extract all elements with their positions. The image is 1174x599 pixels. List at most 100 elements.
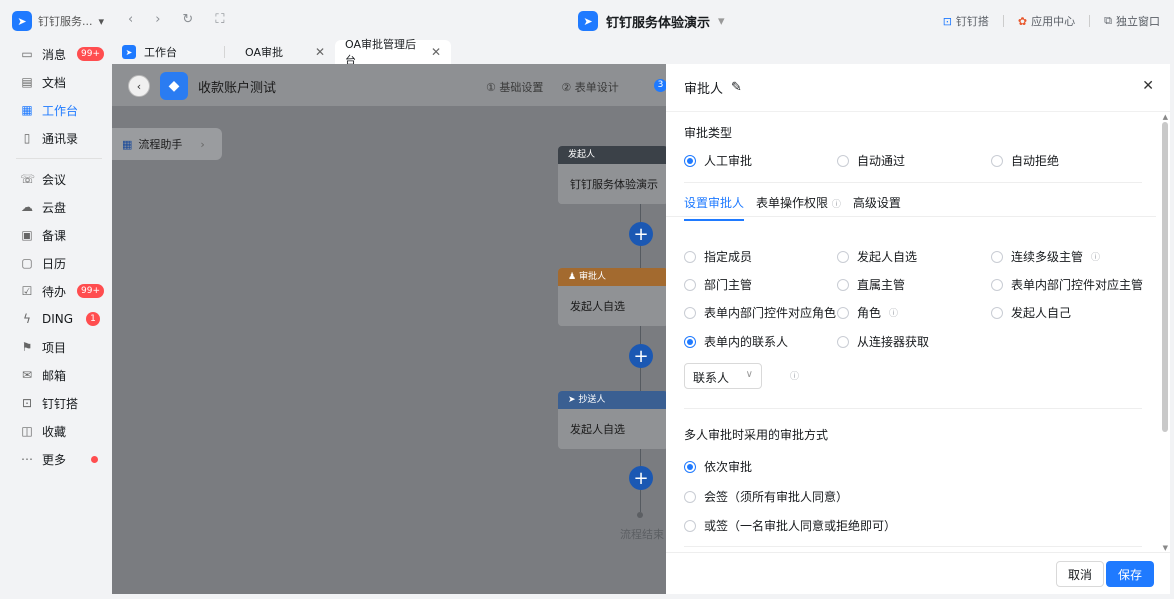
- sidebar-item-lessons[interactable]: ▣ 备课: [6, 221, 112, 249]
- sidebar-item-meeting[interactable]: ☏ 会议: [6, 165, 112, 193]
- radio-direct-supervisor[interactable]: 直属主管: [837, 276, 991, 293]
- tab-label: OA审批: [245, 46, 283, 59]
- grid-icon: ▦: [21, 103, 33, 117]
- tab-workbench[interactable]: ➤ 工作台: [112, 40, 224, 64]
- calendar-icon: ▢: [21, 256, 33, 270]
- refresh-icon[interactable]: ↻: [182, 12, 193, 27]
- node-header: ➤ 抄送人: [558, 391, 668, 409]
- flow-end-label: 流程结束: [620, 528, 664, 541]
- form-name: 收款账户测试: [198, 81, 277, 96]
- add-node-button[interactable]: +: [629, 222, 653, 246]
- sidebar-item-messages[interactable]: ▭ 消息 99+: [6, 40, 112, 68]
- radio-label: 角色: [857, 306, 882, 320]
- sidebar-item-workbench[interactable]: ▦ 工作台: [6, 96, 112, 124]
- add-node-button[interactable]: +: [629, 466, 653, 490]
- window-title[interactable]: ➤ 钉钉服务体验演示 ▾: [578, 11, 725, 31]
- tab-oa-approval[interactable]: OA审批 ✕: [225, 40, 335, 64]
- sidebar-item-mail[interactable]: ✉ 邮箱: [6, 361, 112, 389]
- radio-manual-approval[interactable]: 人工审批: [684, 152, 837, 169]
- radio-multi-level-supervisor[interactable]: 连续多级主管 ⓘ: [991, 248, 1100, 265]
- sidebar-item-todo[interactable]: ☑ 待办 99+: [6, 277, 112, 305]
- sidebar-item-contacts[interactable]: ▯ 通讯录: [6, 124, 112, 152]
- radio-circle: [837, 335, 849, 348]
- window-title-text: 钉钉服务体验演示: [606, 15, 711, 31]
- add-node-button[interactable]: +: [629, 344, 653, 368]
- dingda-link[interactable]: ⊡ 钉钉搭: [943, 13, 989, 29]
- divider: [684, 182, 1142, 183]
- send-icon: ➤: [568, 395, 579, 405]
- multi-approval-row: 或签（一名审批人同意或拒绝即可）: [684, 517, 896, 534]
- sidebar-item-label: 消息: [42, 47, 67, 62]
- radio-from-connector[interactable]: 从连接器获取: [837, 333, 929, 350]
- radio-circle: [837, 306, 849, 319]
- radio-auto-approve[interactable]: 自动通过: [837, 152, 991, 169]
- help-icon[interactable]: ⓘ: [790, 369, 799, 382]
- radio-circle: [684, 250, 696, 263]
- radio-role[interactable]: 角色 ⓘ: [837, 304, 991, 321]
- scroll-up-arrow[interactable]: ▲: [1163, 113, 1168, 121]
- forward-arrow-icon[interactable]: ›: [155, 12, 160, 27]
- save-button[interactable]: 保存: [1106, 561, 1154, 587]
- radio-form-contact[interactable]: 表单内的联系人: [684, 333, 837, 350]
- radio-circle: [684, 154, 696, 167]
- fullscreen-icon[interactable]: ⛶: [215, 12, 224, 27]
- radio-form-dept-role[interactable]: 表单内部门控件对应角色: [684, 304, 837, 321]
- radio-label: 部门主管: [704, 278, 753, 292]
- app-center-link[interactable]: ✿ 应用中心: [1018, 13, 1075, 29]
- window-icon: ⧉: [1104, 14, 1112, 27]
- mail-icon: ✉: [21, 368, 33, 382]
- close-icon[interactable]: ✕: [1142, 78, 1154, 94]
- sidebar-item-label: 通讯录: [42, 131, 79, 146]
- radio-or-sign[interactable]: 或签（一名审批人同意或拒绝即可）: [684, 517, 896, 534]
- flow-node-cc[interactable]: ➤ 抄送人 发起人自选: [558, 391, 668, 449]
- flow-helper-button[interactable]: ▦ 流程助手 ›: [112, 128, 222, 160]
- scroll-down-arrow[interactable]: ▼: [1163, 544, 1168, 552]
- back-button[interactable]: ‹: [128, 75, 150, 97]
- radio-initiator-self[interactable]: 发起人自己: [991, 304, 1071, 321]
- app-switcher[interactable]: ➤ 钉钉服务... ▾: [12, 10, 104, 32]
- divider: [684, 546, 1142, 547]
- bookmark-icon: ◫: [21, 424, 33, 438]
- close-icon[interactable]: ✕: [315, 45, 325, 59]
- sidebar-item-projects[interactable]: ⚑ 项目: [6, 333, 112, 361]
- contact-field-select[interactable]: 联系人 ∨: [684, 363, 762, 389]
- sidebar-item-more[interactable]: ⋯ 更多: [6, 445, 112, 473]
- sidebar-item-docs[interactable]: ▤ 文档: [6, 68, 112, 96]
- edit-pencil-icon[interactable]: ✎: [731, 80, 742, 95]
- radio-circle: [837, 278, 849, 291]
- radio-initiator-selects[interactable]: 发起人自选: [837, 248, 991, 265]
- sidebar-item-calendar[interactable]: ▢ 日历: [6, 249, 112, 277]
- approval-type-title: 审批类型: [684, 126, 733, 140]
- flow-node-initiator[interactable]: 发起人 钉钉服务体验演示: [558, 146, 668, 204]
- phone-icon: ☏: [20, 172, 36, 186]
- sidebar-item-cloud[interactable]: ☁ 云盘: [6, 193, 112, 221]
- sidebar-item-dingda[interactable]: ⊡ 钉钉搭: [6, 389, 112, 417]
- flow-node-approver[interactable]: ♟ 审批人 发起人自选: [558, 268, 668, 326]
- sidebar-item-ding[interactable]: ϟ DING 1: [6, 305, 112, 333]
- scrollbar-thumb[interactable]: [1162, 122, 1168, 432]
- radio-sequential[interactable]: 依次审批: [684, 458, 752, 475]
- radio-specific-members[interactable]: 指定成员: [684, 248, 837, 265]
- back-arrow-icon[interactable]: ‹: [128, 12, 133, 27]
- contacts-icon: ▯: [23, 131, 31, 145]
- close-icon[interactable]: ✕: [431, 45, 441, 59]
- node-header-label: 审批人: [578, 272, 606, 282]
- flow-end-dot: [637, 512, 643, 518]
- tab-oa-admin[interactable]: OA审批管理后台 ✕: [335, 38, 451, 67]
- radio-label: 直属主管: [857, 278, 906, 292]
- radio-countersign[interactable]: 会签（须所有审批人同意）: [684, 488, 848, 505]
- chevron-right-icon: ›: [200, 137, 205, 151]
- cancel-button[interactable]: 取消: [1056, 561, 1104, 587]
- radio-form-dept-supervisor[interactable]: 表单内部门控件对应主管: [991, 276, 1143, 293]
- node-header: 发起人: [558, 146, 668, 164]
- step-form-design[interactable]: ② 表单设计: [561, 79, 618, 95]
- radio-label: 连续多级主管: [1011, 250, 1084, 264]
- standalone-window-link[interactable]: ⧉ 独立窗口: [1104, 13, 1160, 29]
- radio-auto-reject[interactable]: 自动拒绝: [991, 152, 1059, 169]
- info-icon: ⓘ: [831, 200, 841, 210]
- radio-dept-supervisor[interactable]: 部门主管: [684, 276, 837, 293]
- sidebar-item-favorites[interactable]: ◫ 收藏: [6, 417, 112, 445]
- dingda-label: 钉钉搭: [955, 15, 989, 28]
- dingtalk-logo-icon: ➤: [122, 45, 136, 59]
- step-basic-settings[interactable]: ① 基础设置: [486, 79, 543, 95]
